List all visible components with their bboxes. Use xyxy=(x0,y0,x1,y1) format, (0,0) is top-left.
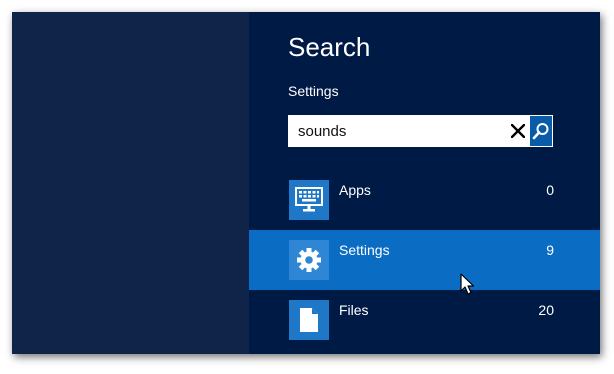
search-input[interactable] xyxy=(288,115,507,147)
magnifier-icon xyxy=(532,123,549,140)
gear-icon xyxy=(297,248,321,272)
search-charm: Search Settings sounds Apps 0 Settings 9… xyxy=(249,12,600,354)
result-tile xyxy=(289,300,329,340)
result-count: 9 xyxy=(546,242,554,258)
close-icon xyxy=(511,124,526,138)
mouse-cursor-icon xyxy=(460,273,475,295)
keyboard-monitor-icon xyxy=(295,187,323,212)
result-label: Apps xyxy=(339,182,371,198)
result-label: Files xyxy=(339,302,369,318)
document-icon xyxy=(300,308,318,332)
result-settings[interactable]: Settings 9 xyxy=(249,230,600,290)
result-count: 20 xyxy=(538,302,554,318)
result-files[interactable]: Files 20 xyxy=(249,290,600,350)
result-count: 0 xyxy=(546,182,554,198)
clear-search-button[interactable] xyxy=(507,115,530,147)
search-screen: Search Settings sounds Apps 0 Settings 9… xyxy=(12,12,600,354)
search-box xyxy=(288,115,553,147)
search-scope-label: Settings xyxy=(288,83,339,99)
search-go-button[interactable] xyxy=(529,115,553,147)
result-tile xyxy=(289,180,329,220)
result-tile xyxy=(289,240,329,280)
result-label: Settings xyxy=(339,242,390,258)
result-apps[interactable]: Apps 0 xyxy=(249,170,600,230)
start-background xyxy=(12,12,249,354)
page-title: Search xyxy=(288,32,371,62)
